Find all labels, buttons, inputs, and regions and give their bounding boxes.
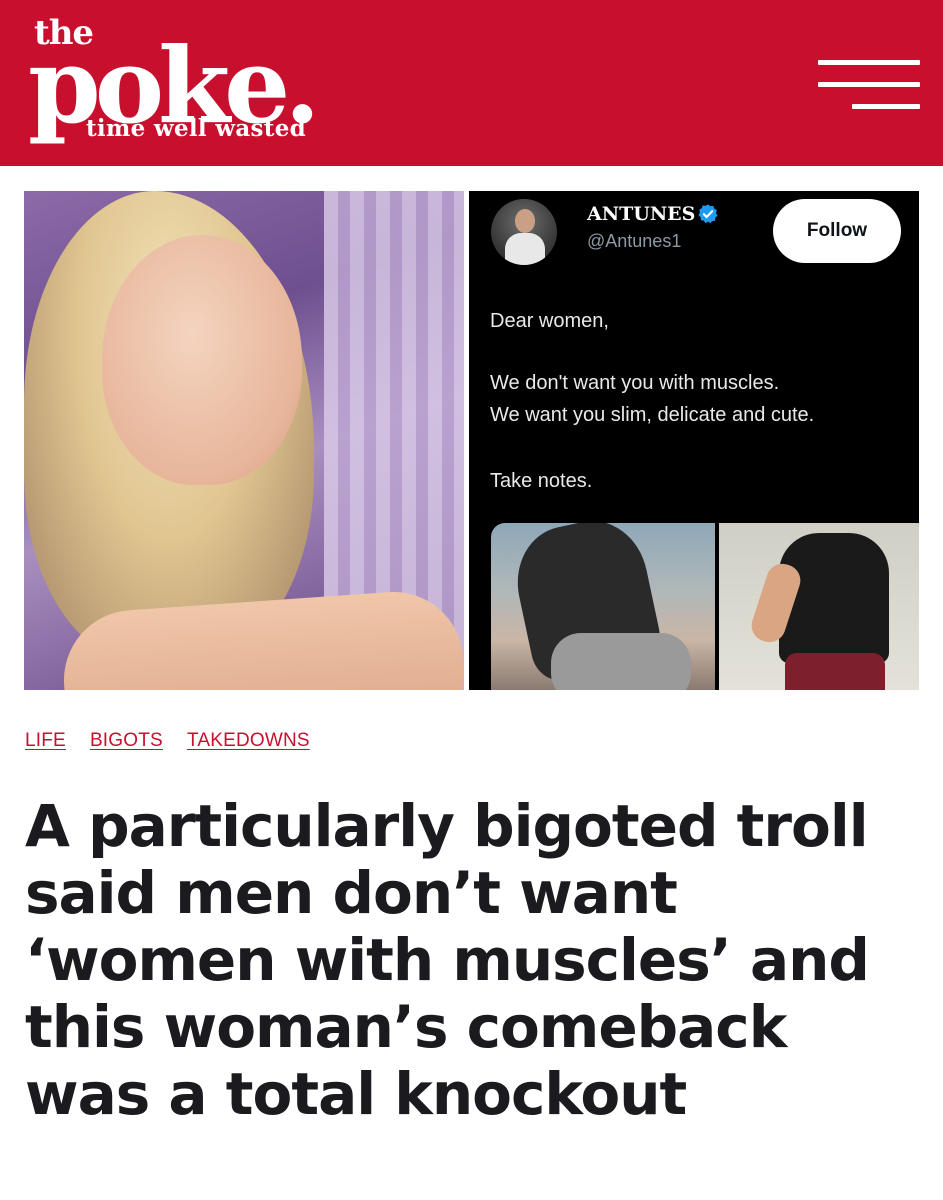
avatar-head (515, 209, 535, 233)
headline-line: was a total knockout (25, 1060, 687, 1128)
tweet-text-line: We want you slim, delicate and cute. (490, 404, 815, 426)
image-shirt (779, 533, 889, 663)
menu-bar (818, 60, 920, 65)
tweet-text-line: Dear women, (490, 310, 609, 332)
tweet-text-line: Take notes. (490, 470, 593, 492)
tweet-image-2[interactable] (719, 523, 919, 690)
verified-badge-icon (698, 204, 718, 224)
tag-takedowns[interactable]: TAKEDOWNS (187, 730, 310, 754)
site-header: the poke. time well wasted (0, 0, 943, 166)
tweet-screenshot: ANTUNES @Antunes1 Follow Dear women, We … (469, 191, 919, 690)
follow-button[interactable]: Follow (773, 199, 901, 263)
avatar-shirt (505, 233, 545, 265)
menu-bar (852, 104, 920, 109)
category-tags: LIFE BIGOTS TAKEDOWNS (25, 730, 310, 754)
hero-photo-woman (24, 191, 464, 690)
headline-line: ‘women with muscles’ and (25, 926, 870, 994)
tweet-image-1[interactable] (491, 523, 715, 690)
image-shorts (551, 633, 691, 690)
article-headline: A particularly bigoted troll said men do… (25, 793, 925, 1128)
tag-life[interactable]: LIFE (25, 730, 66, 754)
logo-tagline: time well wasted (86, 115, 307, 142)
tweet-author-handle[interactable]: @Antunes1 (587, 231, 681, 252)
headline-line: said men don’t want (25, 859, 678, 927)
avatar[interactable] (491, 199, 557, 265)
menu-bar (818, 82, 920, 87)
tweet-text-line: We don't want you with muscles. (490, 372, 780, 394)
tweet-author-name[interactable]: ANTUNES (587, 203, 695, 225)
image-pants (785, 653, 885, 690)
headline-line: A particularly bigoted troll (25, 792, 869, 860)
hamburger-menu-icon[interactable] (818, 60, 920, 112)
tag-bigots[interactable]: BIGOTS (90, 730, 163, 754)
headline-line: this woman’s comeback (25, 993, 787, 1061)
photo-face (102, 235, 302, 485)
